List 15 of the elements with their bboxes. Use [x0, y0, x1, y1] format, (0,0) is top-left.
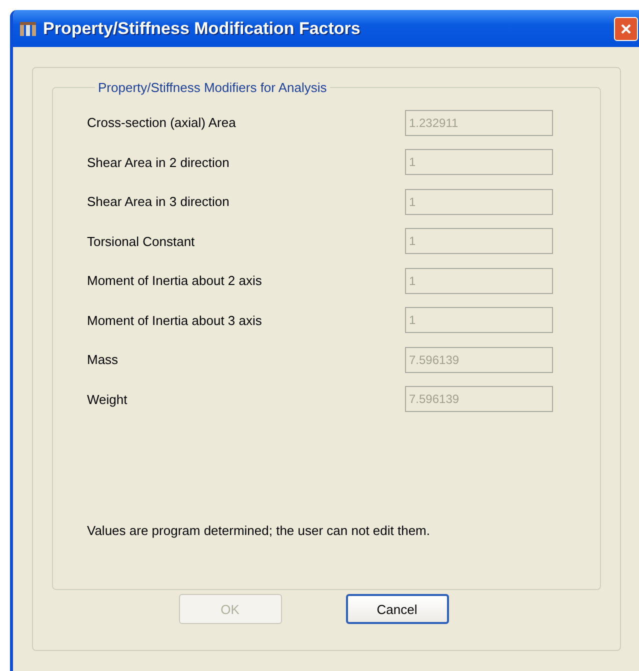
close-icon [620, 22, 632, 34]
field-label: Weight [87, 392, 128, 407]
field-label: Shear Area in 3 direction [87, 194, 230, 210]
field-label: Moment of Inertia about 2 axis [87, 273, 263, 288]
cancel-button[interactable]: Cancel [346, 594, 448, 624]
info-text: Values are program determined; the user can not edit them. [87, 523, 432, 538]
close-button[interactable] [614, 16, 638, 40]
group-title: Property/Stiffness Modifiers for Analysis [97, 80, 328, 95]
field-label: Moment of Inertia about 3 axis [87, 312, 263, 328]
window-title: Property/Stiffness Modification Factors [43, 18, 362, 38]
app-icon [19, 20, 37, 38]
field-label: Shear Area in 2 direction [87, 154, 230, 170]
field-label: Torsional Constant [87, 234, 196, 249]
field-label: Mass [87, 352, 120, 368]
field-label: Cross-section (axial) Area [87, 115, 237, 130]
